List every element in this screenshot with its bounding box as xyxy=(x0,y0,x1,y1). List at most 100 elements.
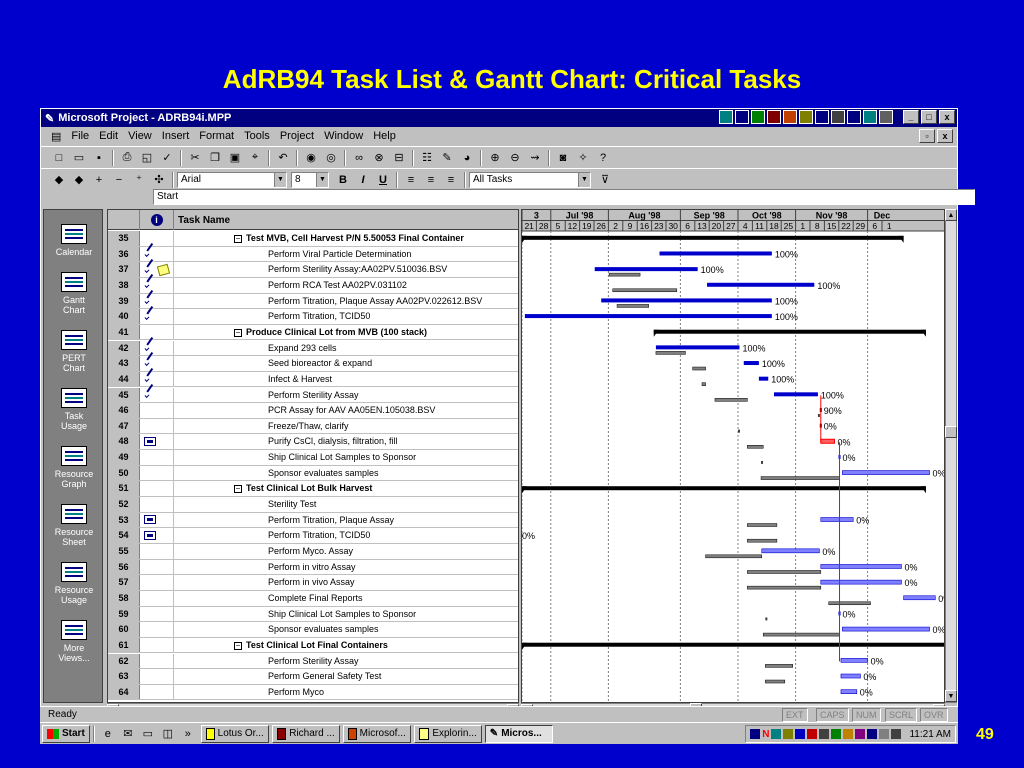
help-icon[interactable]: ? xyxy=(593,149,613,167)
menu-edit[interactable]: Edit xyxy=(99,130,118,142)
doc-close-button[interactable]: x xyxy=(937,129,953,143)
row-id[interactable]: 47 xyxy=(108,418,140,434)
tray-icon-6[interactable] xyxy=(799,110,813,124)
menu-insert[interactable]: Insert xyxy=(162,130,190,142)
task-name-cell[interactable]: Expand 293 cells xyxy=(174,341,518,356)
row-id[interactable]: 48 xyxy=(108,434,140,450)
table-row[interactable]: 59 Ship Clinical Lot Samples to Sponsor xyxy=(108,606,518,623)
autofilter-icon[interactable]: ⊽ xyxy=(595,171,615,189)
row-id[interactable]: 45 xyxy=(108,387,140,403)
ie-icon[interactable]: e xyxy=(98,725,118,743)
table-row[interactable]: 46 PCR Assay for AAV AA05EN.105038.BSV xyxy=(108,403,518,419)
task-name-cell[interactable]: Perform Titration, Plaque Assay AA02PV.0… xyxy=(174,294,518,309)
view-task-usage[interactable]: Task Usage xyxy=(44,388,104,431)
task-name-cell[interactable]: Ship Clinical Lot Samples to Sponsor xyxy=(174,450,518,465)
scroll-down-icon[interactable]: ▼ xyxy=(945,690,957,702)
tray-icon-j[interactable] xyxy=(867,729,878,739)
vertical-scroll-thumb[interactable] xyxy=(945,426,957,438)
taskbar-app-richard[interactable]: Richard ... xyxy=(271,724,340,743)
tray-icon-f[interactable] xyxy=(819,729,830,739)
tray-icon-4[interactable] xyxy=(767,110,781,124)
task-name-cell[interactable]: Perform Myco xyxy=(174,685,518,700)
table-row[interactable]: 37 Perform Sterility Assay:AA02PV.510036.… xyxy=(108,262,518,278)
scroll-up-icon[interactable]: ▲ xyxy=(945,209,957,221)
row-id[interactable]: 42 xyxy=(108,340,140,356)
task-name-cell[interactable]: Perform RCA Test AA02PV.031102 xyxy=(174,278,518,293)
task-name-cell[interactable]: Perform Sterility Assay:AA02PV.510036.BS… xyxy=(174,262,518,277)
tray-icon-7[interactable] xyxy=(815,110,829,124)
show-all-icon[interactable]: ✣ xyxy=(149,171,169,189)
table-row[interactable]: 56 Perform in vitro Assay xyxy=(108,559,518,576)
task-name-cell[interactable]: Perform Titration, TCID50 xyxy=(174,309,518,324)
row-id[interactable]: 62 xyxy=(108,653,140,669)
row-id[interactable]: 63 xyxy=(108,669,140,684)
save-icon[interactable]: ▪ xyxy=(89,149,109,167)
table-row[interactable]: 48 Purify CsCl, dialysis, filtration, fil… xyxy=(108,434,518,451)
task-notes-icon[interactable]: ✎ xyxy=(437,149,457,167)
taskbar-app-project[interactable]: ✎ Micros... xyxy=(484,724,553,743)
collapse-icon[interactable]: − xyxy=(234,485,242,494)
row-id[interactable]: 50 xyxy=(108,465,140,481)
maximize-button[interactable]: □ xyxy=(921,110,937,124)
web-icon[interactable]: ◎ xyxy=(321,149,341,167)
row-id[interactable]: 46 xyxy=(108,403,140,418)
task-name-cell[interactable]: Perform Sterility Assay xyxy=(174,654,518,669)
table-row[interactable]: 62 Perform Sterility Assay xyxy=(108,653,518,670)
row-id[interactable]: 44 xyxy=(108,371,140,387)
table-row[interactable]: 39 Perform Titration, Plaque Assay AA02PV… xyxy=(108,293,518,310)
row-id[interactable]: 56 xyxy=(108,559,140,575)
font-size-dropdown-icon[interactable]: ▼ xyxy=(316,172,328,187)
menu-project[interactable]: Project xyxy=(280,130,314,142)
taskbar-app-lotus[interactable]: Lotus Or... xyxy=(200,724,269,743)
task-info-icon[interactable]: ☷ xyxy=(417,149,437,167)
task-name-cell[interactable]: Ship Clinical Lot Samples to Sponsor xyxy=(174,607,518,622)
table-row[interactable]: 36 Perform Viral Particle Determination xyxy=(108,246,518,263)
tray-icon-5[interactable] xyxy=(783,110,797,124)
task-name-cell[interactable]: − Test Clinical Lot Bulk Harvest xyxy=(174,481,518,496)
more-quicklaunch-icon[interactable]: » xyxy=(178,725,198,743)
tray-icon-a[interactable] xyxy=(750,729,761,739)
collapse-icon[interactable]: − xyxy=(234,641,242,650)
font-size-select[interactable]: 8 ▼ xyxy=(291,171,329,188)
open-icon[interactable]: ▭ xyxy=(69,149,89,167)
table-row[interactable]: 58 Complete Final Reports xyxy=(108,590,518,607)
table-row[interactable]: 52 Sterility Test xyxy=(108,497,518,513)
row-id[interactable]: 60 xyxy=(108,622,140,637)
row-id[interactable]: 54 xyxy=(108,528,140,543)
tray-icon-h[interactable] xyxy=(843,729,854,739)
gantt-wizard-icon[interactable]: ✧ xyxy=(573,149,593,167)
undo-icon[interactable]: ↶ xyxy=(273,149,293,167)
view-resource-usage[interactable]: Resource Usage xyxy=(44,562,104,605)
row-id[interactable]: 39 xyxy=(108,293,140,309)
task-name-cell[interactable]: PCR Assay for AAV AA05EN.105038.BSV xyxy=(174,403,518,418)
table-row[interactable]: 64 Perform Myco xyxy=(108,684,518,701)
show-subtasks-icon[interactable]: + xyxy=(89,171,109,189)
view-resource-sheet[interactable]: Resource Sheet xyxy=(44,504,104,547)
font-dropdown-icon[interactable]: ▼ xyxy=(274,172,286,187)
close-button[interactable]: x xyxy=(939,110,955,124)
task-name-cell[interactable]: Purify CsCl, dialysis, filtration, fill xyxy=(174,434,518,449)
row-id[interactable]: 43 xyxy=(108,356,140,371)
task-name-cell[interactable]: Perform Viral Particle Determination xyxy=(174,247,518,262)
paste-icon[interactable]: ▣ xyxy=(225,149,245,167)
row-id[interactable]: 49 xyxy=(108,450,140,465)
speaker-icon[interactable] xyxy=(891,729,902,739)
table-row[interactable]: 38 Perform RCA Test AA02PV.031102 xyxy=(108,277,518,294)
task-name-cell[interactable]: Infect & Harvest xyxy=(174,372,518,387)
tray-icon-10[interactable] xyxy=(863,110,877,124)
hide-subtasks-icon[interactable]: − xyxy=(109,171,129,189)
row-id[interactable]: 35 xyxy=(108,231,140,246)
view-pert-chart[interactable]: PERT Chart xyxy=(44,330,104,373)
task-name-cell[interactable]: Perform in vivo Assay xyxy=(174,575,518,590)
tray-icon-b[interactable] xyxy=(771,729,782,739)
task-name-cell[interactable]: Freeze/Thaw, clarify xyxy=(174,419,518,434)
copy-picture-icon[interactable]: ◙ xyxy=(553,149,573,167)
format-painter-icon[interactable]: ⌖ xyxy=(245,149,265,167)
row-id[interactable]: 41 xyxy=(108,324,140,340)
desktop-icon[interactable]: ▭ xyxy=(138,725,158,743)
vertical-scrollbar[interactable]: ▲ ▼ xyxy=(945,209,957,703)
view-resource-graph[interactable]: Resource Graph xyxy=(44,446,104,489)
doc-restore-button[interactable]: ▫ xyxy=(919,129,935,143)
table-row[interactable]: 57 Perform in vivo Assay xyxy=(108,575,518,591)
assign-resources-icon[interactable]: ◕ xyxy=(457,149,477,167)
